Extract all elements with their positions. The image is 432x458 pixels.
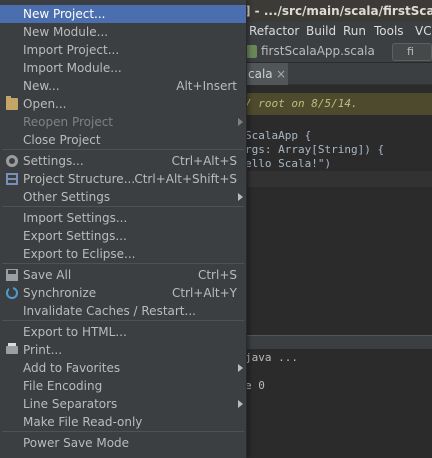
- scala-file-icon: [246, 44, 257, 58]
- synchronize-icon: [6, 286, 18, 299]
- menu-item-new-module[interactable]: New Module...: [0, 23, 246, 41]
- menu-item-label: Export to HTML...: [23, 325, 127, 339]
- menu-item-new[interactable]: New... Alt+Insert: [0, 77, 246, 95]
- menu-item-label: New Module...: [23, 25, 109, 39]
- menu-item-export-to-eclipse[interactable]: Export to Eclipse...: [0, 245, 246, 263]
- menu-build[interactable]: Build: [306, 24, 336, 38]
- menu-item-shortcut: Alt+Insert: [176, 79, 237, 93]
- menu-item-label: Make File Read-only: [23, 415, 143, 429]
- code-line-1: / root on 8/5/14.: [245, 97, 358, 110]
- menu-item-label: Power Save Mode: [23, 436, 130, 450]
- menu-item-label: Settings...: [23, 154, 84, 168]
- code-line-4: ello Scala!"): [245, 157, 332, 170]
- submenu-arrow-icon: [238, 400, 243, 408]
- breadcrumb-field[interactable]: fi: [392, 43, 432, 61]
- menu-item-label: Synchronize: [23, 286, 97, 300]
- print-icon: [6, 343, 18, 354]
- menu-tools[interactable]: Tools: [374, 24, 404, 38]
- code-line-2: ScalaApp {: [245, 129, 312, 142]
- menu-item-import-project[interactable]: Import Project...: [0, 41, 246, 59]
- menu-item-import-settings[interactable]: Import Settings...: [0, 209, 246, 227]
- menu-run[interactable]: Run: [343, 24, 366, 38]
- folder-icon: [6, 96, 18, 110]
- file-menu-dropdown: New Project... New Module... Import Proj…: [0, 0, 247, 458]
- menu-item-add-to-favorites[interactable]: Add to Favorites: [0, 359, 246, 377]
- menu-item-label: Export Settings...: [23, 229, 127, 243]
- code-line-3: rgs: Array[String]) {: [245, 143, 385, 156]
- menu-item-label: Open...: [23, 97, 67, 111]
- menu-item-file-encoding[interactable]: File Encoding: [0, 377, 246, 395]
- menu-separator: [2, 206, 244, 207]
- menu-item-new-project[interactable]: New Project...: [0, 5, 246, 23]
- project-structure-icon: [6, 173, 18, 185]
- menu-item-label: Close Project: [23, 133, 101, 147]
- menu-item-label: Add to Favorites: [23, 361, 121, 375]
- menu-refactor[interactable]: Refactor: [249, 24, 299, 38]
- menu-item-close-project[interactable]: Close Project: [0, 131, 246, 149]
- menu-item-label: New Project...: [23, 7, 106, 21]
- menu-separator: [2, 263, 244, 264]
- menu-item-power-save-mode[interactable]: Power Save Mode: [0, 434, 246, 452]
- menu-item-shortcut: Ctrl+Alt+S: [171, 154, 237, 168]
- breadcrumb-field-label: fi: [407, 45, 414, 58]
- menu-item-label: New...: [23, 79, 60, 93]
- menu-item-label: File Encoding: [23, 379, 103, 393]
- menu-item-print[interactable]: Print...: [0, 341, 246, 359]
- submenu-arrow-icon: [238, 193, 243, 201]
- menu-item-settings[interactable]: Settings... Ctrl+Alt+S: [0, 152, 246, 170]
- console-line-2: e 0: [245, 379, 265, 392]
- editor-tab-label: cala: [248, 67, 273, 81]
- menu-item-label: Import Project...: [23, 43, 120, 57]
- breadcrumb-file[interactable]: firstScalaApp.scala: [246, 44, 375, 58]
- menu-item-label: Reopen Project: [23, 115, 113, 129]
- menu-separator: [2, 149, 244, 150]
- menu-item-label: Import Module...: [23, 61, 122, 75]
- menu-item-label: Invalidate Caches / Restart...: [23, 304, 196, 318]
- menu-vcs[interactable]: VC: [415, 24, 432, 38]
- menu-item-synchronize[interactable]: Synchronize Ctrl+Alt+Y: [0, 284, 246, 302]
- breadcrumb-file-label: firstScalaApp.scala: [261, 44, 375, 58]
- menu-item-label: Save All: [23, 268, 72, 282]
- menu-item-shortcut: Ctrl+Alt+Y: [171, 286, 237, 300]
- menu-item-project-structure[interactable]: Project Structure... Ctrl+Alt+Shift+S: [0, 170, 246, 188]
- menu-item-export-to-html[interactable]: Export to HTML...: [0, 323, 246, 341]
- menu-item-label: Import Settings...: [23, 211, 128, 225]
- menu-item-make-read-only[interactable]: Make File Read-only: [0, 413, 246, 431]
- submenu-arrow-icon: [238, 364, 243, 372]
- menu-item-save-all[interactable]: Save All Ctrl+S: [0, 266, 246, 284]
- menu-item-other-settings[interactable]: Other Settings: [0, 188, 246, 206]
- menu-separator: [2, 320, 244, 321]
- menu-item-open[interactable]: Open...: [0, 95, 246, 113]
- menu-item-invalidate-caches[interactable]: Invalidate Caches / Restart...: [0, 302, 246, 320]
- menu-item-label: Line Separators: [23, 397, 118, 411]
- menu-item-label: Export to Eclipse...: [23, 247, 136, 261]
- menu-item-shortcut: Ctrl+S: [197, 268, 237, 282]
- menu-item-reopen-project: Reopen Project: [0, 113, 246, 131]
- menu-item-export-settings[interactable]: Export Settings...: [0, 227, 246, 245]
- menu-item-line-separators[interactable]: Line Separators: [0, 395, 246, 413]
- window-title: ] - .../src/main/scala/firstScalaApp: [245, 4, 432, 18]
- console-line-1: java ...: [245, 351, 298, 364]
- menu-item-label: Print...: [23, 343, 63, 357]
- menu-item-label: Other Settings: [23, 190, 111, 204]
- close-tab-icon[interactable]: ×: [276, 63, 286, 85]
- submenu-arrow-icon: [238, 118, 243, 126]
- menu-separator: [2, 431, 244, 432]
- menu-item-label: Project Structure...: [23, 172, 136, 186]
- menu-item-import-module[interactable]: Import Module...: [0, 59, 246, 77]
- menu-item-shortcut: Ctrl+Alt+Shift+S: [134, 172, 237, 186]
- save-icon: [6, 269, 18, 281]
- gear-icon: [6, 155, 18, 167]
